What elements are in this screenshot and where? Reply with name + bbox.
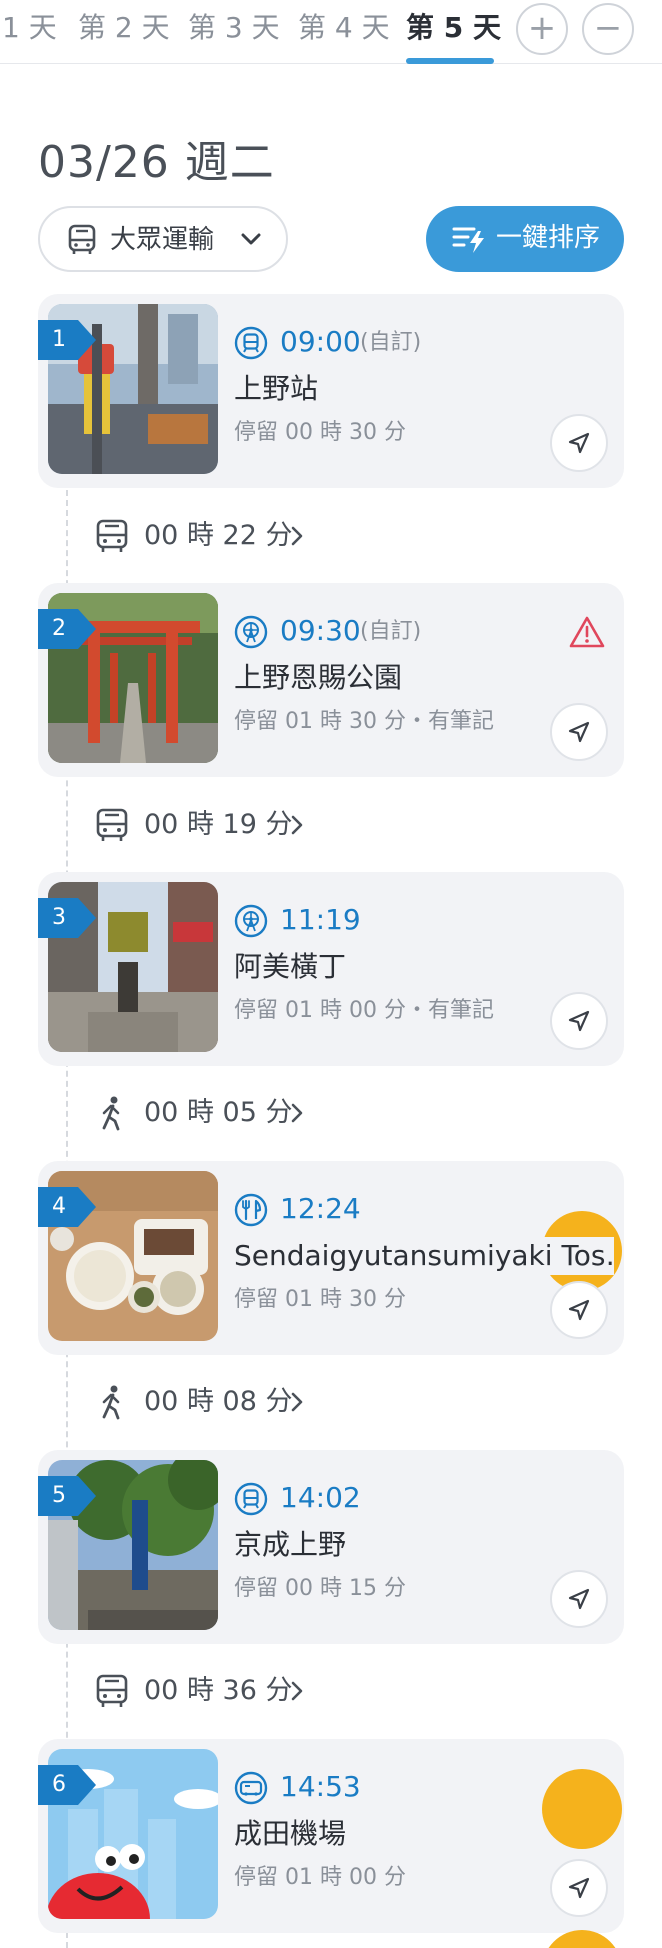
- navigation-arrow-icon: [568, 432, 590, 454]
- walk-icon: [102, 1096, 120, 1131]
- stop-arrival-time: 12:24: [280, 1192, 361, 1225]
- stop-card-6[interactable]: 6 14:53 成田機場 停留 01 時 00 分: [38, 1739, 624, 1933]
- stop-name: 京成上野: [234, 1528, 347, 1561]
- stop-stay-duration: 停留 01 時 00 分: [234, 1865, 406, 1890]
- one-click-sort-button[interactable]: 一鍵排序: [426, 206, 624, 272]
- walk-icon: [102, 1385, 120, 1420]
- bus-icon: [96, 808, 128, 841]
- stop-arrival-time: 14:02: [280, 1481, 361, 1514]
- navigate-button[interactable]: [550, 703, 608, 761]
- transit-duration: 00 時 36 分: [144, 1675, 293, 1706]
- navigate-button[interactable]: [550, 1859, 608, 1917]
- navigation-arrow-icon: [568, 1299, 590, 1321]
- chevron-right-icon: [291, 1681, 303, 1701]
- ferris-wheel-icon: [234, 904, 268, 938]
- stop-stay-duration: 停留 00 時 30 分: [234, 420, 406, 445]
- stop-arrival-time: 11:19: [280, 903, 361, 936]
- stop-card-5[interactable]: 5 14:02 京成上野 停留 00 時 15 分: [38, 1450, 624, 1644]
- stop-number-badge: 4: [38, 1187, 98, 1227]
- navigate-button[interactable]: [550, 1281, 608, 1339]
- navigate-button[interactable]: [550, 414, 608, 472]
- sort-lightning-icon: [452, 227, 484, 253]
- tab-day-5[interactable]: 第 5 天: [406, 8, 501, 48]
- stop-stay-duration: 停留 00 時 15 分: [234, 1576, 406, 1601]
- bus-icon: [96, 1674, 128, 1707]
- stop-stay-duration: 停留 01 時 00 分・有筆記: [234, 998, 494, 1023]
- navigate-button[interactable]: [550, 1570, 608, 1628]
- stop-number-badge: 3: [38, 898, 98, 938]
- stop-card-3[interactable]: 3 11:19 阿美橫丁 停留 01 時 00 分・有筆記: [38, 872, 624, 1066]
- navigation-arrow-icon: [568, 1010, 590, 1032]
- day-tabs: 1 天 第 2 天 第 3 天 第 4 天 第 5 天 + −: [0, 0, 662, 64]
- chevron-down-icon: [241, 233, 261, 245]
- remove-day-button[interactable]: −: [582, 3, 634, 55]
- stop-number-badge: 1: [38, 320, 98, 360]
- tab-day-2[interactable]: 第 2 天: [78, 8, 170, 48]
- stop-name: 成田機場: [234, 1817, 347, 1850]
- transit-duration: 00 時 08 分: [144, 1386, 293, 1417]
- plus-icon: +: [527, 8, 557, 48]
- add-day-button[interactable]: +: [516, 3, 568, 55]
- stop-stay-duration: 停留 01 時 30 分: [234, 1287, 406, 1312]
- transit-duration: 00 時 22 分: [144, 520, 293, 551]
- stop-number-badge: 5: [38, 1476, 98, 1516]
- stop-arrival-time: 09:00: [280, 325, 361, 358]
- tab-day-4[interactable]: 第 4 天: [298, 8, 390, 48]
- active-tab-indicator: [406, 58, 494, 64]
- transport-mode-dropdown[interactable]: 大眾運輸: [38, 206, 288, 272]
- minus-icon: −: [593, 8, 623, 48]
- chevron-right-icon: [291, 526, 303, 546]
- stop-card-4[interactable]: 4 12:24 Sendaigyutansumiyaki Tos… 停留 01 …: [38, 1161, 624, 1355]
- stop-number-badge: 6: [38, 1765, 98, 1805]
- stop-name: 阿美橫丁: [234, 950, 347, 983]
- bus-icon: [96, 519, 128, 552]
- navigation-arrow-icon: [568, 1877, 590, 1899]
- stop-card-1[interactable]: 1 09:00 (自訂) 上野站 停留 00 時 30 分: [38, 294, 624, 488]
- utensils-icon: [234, 1193, 268, 1227]
- ferris-wheel-icon: [234, 615, 268, 649]
- tab-day-3[interactable]: 第 3 天: [188, 8, 280, 48]
- stop-name: Sendaigyutansumiyaki Tos…: [234, 1237, 614, 1275]
- stop-number-badge: 2: [38, 609, 98, 649]
- stop-name: 上野恩賜公園: [234, 661, 403, 694]
- custom-time-tag: (自訂): [360, 619, 422, 644]
- bus-icon: [68, 224, 96, 254]
- custom-time-tag: (自訂): [360, 330, 422, 355]
- stop-stay-duration: 停留 01 時 30 分・有筆記: [234, 709, 494, 734]
- stop-arrival-time: 14:53: [280, 1770, 361, 1803]
- navigation-arrow-icon: [568, 1588, 590, 1610]
- warning-triangle-icon[interactable]: [568, 615, 606, 649]
- tab-day-1[interactable]: 1 天: [2, 8, 57, 48]
- transport-mode-label: 大眾運輸: [110, 225, 215, 255]
- chevron-right-icon: [291, 815, 303, 835]
- transit-duration: 00 時 19 分: [144, 809, 293, 840]
- chevron-right-icon: [291, 1392, 303, 1412]
- transit-duration: 00 時 05 分: [144, 1097, 293, 1128]
- airport-bus-icon: [234, 1771, 268, 1805]
- stop-name: 上野站: [234, 372, 319, 405]
- navigate-button[interactable]: [550, 992, 608, 1050]
- navigation-arrow-icon: [568, 721, 590, 743]
- train-icon: [234, 326, 268, 360]
- day-date-title: 03/26 週二: [38, 137, 275, 188]
- stop-arrival-time: 09:30: [280, 614, 361, 647]
- chevron-right-icon: [291, 1103, 303, 1123]
- train-icon: [234, 1482, 268, 1516]
- sort-button-label: 一鍵排序: [496, 223, 601, 253]
- stop-card-2[interactable]: 2 09:30 (自訂) 上野恩賜公園 停留 01 時 30 分・有筆記: [38, 583, 624, 777]
